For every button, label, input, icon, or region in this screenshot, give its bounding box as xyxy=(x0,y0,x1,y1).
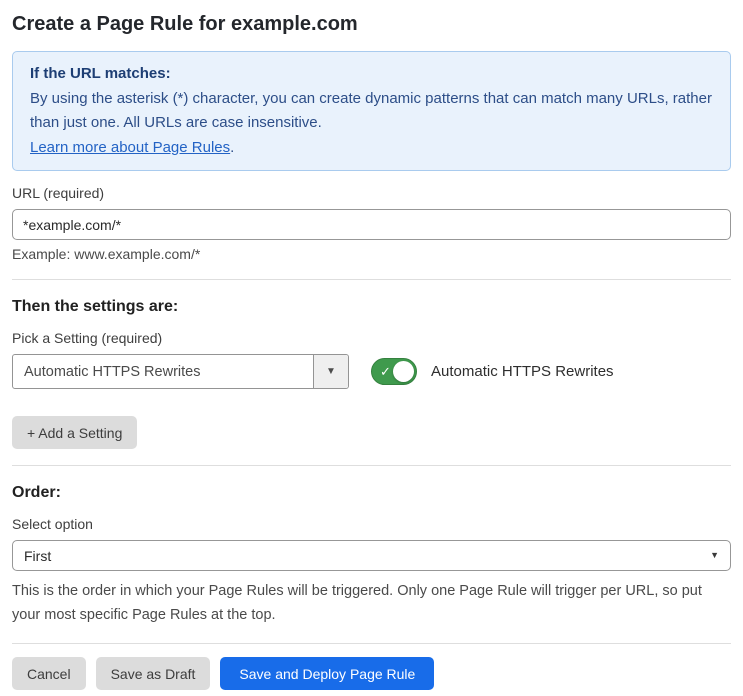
url-example-helper: Example: www.example.com/* xyxy=(12,246,201,262)
caret-down-icon: ▼ xyxy=(710,550,719,560)
info-box-body: By using the asterisk (*) character, you… xyxy=(30,89,712,132)
select-option-label: Select option xyxy=(12,516,93,532)
section-divider xyxy=(12,465,731,466)
info-box-heading: If the URL matches: xyxy=(30,65,171,82)
info-box-link-line: Learn more about Page Rules. xyxy=(30,136,713,161)
page-title: Create a Page Rule for example.com xyxy=(12,13,358,35)
save-draft-button[interactable]: Save as Draft xyxy=(95,657,211,690)
order-select[interactable]: First ▼ xyxy=(12,540,731,571)
order-select-value: First xyxy=(24,547,52,564)
link-period: . xyxy=(230,138,235,156)
save-deploy-button[interactable]: Save and Deploy Page Rule xyxy=(220,657,435,690)
setting-dropdown[interactable]: Automatic HTTPS Rewrites ▼ xyxy=(12,354,349,389)
cancel-button[interactable]: Cancel xyxy=(12,657,86,690)
url-input[interactable] xyxy=(12,209,731,240)
toggle-setting-label: Automatic HTTPS Rewrites xyxy=(431,363,614,380)
pick-setting-label: Pick a Setting (required) xyxy=(12,330,163,346)
setting-dropdown-value: Automatic HTTPS Rewrites xyxy=(24,363,201,380)
footer-divider xyxy=(12,643,731,644)
dropdown-caret-button[interactable]: ▼ xyxy=(313,355,348,388)
toggle-knob xyxy=(393,361,414,382)
order-helper-text: This is the order in which your Page Rul… xyxy=(12,583,702,623)
settings-row: Automatic HTTPS Rewrites ▼ ✓ Automatic H… xyxy=(12,354,731,389)
footer-button-row: Cancel Save as Draft Save and Deploy Pag… xyxy=(12,657,731,690)
check-icon: ✓ xyxy=(380,363,391,379)
learn-more-link[interactable]: Learn more about Page Rules xyxy=(30,139,230,156)
create-page-rule-form: Create a Page Rule for example.com If th… xyxy=(0,12,743,696)
add-setting-button[interactable]: + Add a Setting xyxy=(12,416,138,449)
setting-toggle[interactable]: ✓ xyxy=(371,358,417,385)
url-label: URL (required) xyxy=(12,185,105,201)
url-match-info-box: If the URL matches: By using the asteris… xyxy=(12,51,731,171)
section-divider xyxy=(12,279,731,280)
order-section-heading: Order: xyxy=(12,484,61,501)
settings-section-heading: Then the settings are: xyxy=(12,298,179,315)
caret-down-icon: ▼ xyxy=(326,365,336,377)
